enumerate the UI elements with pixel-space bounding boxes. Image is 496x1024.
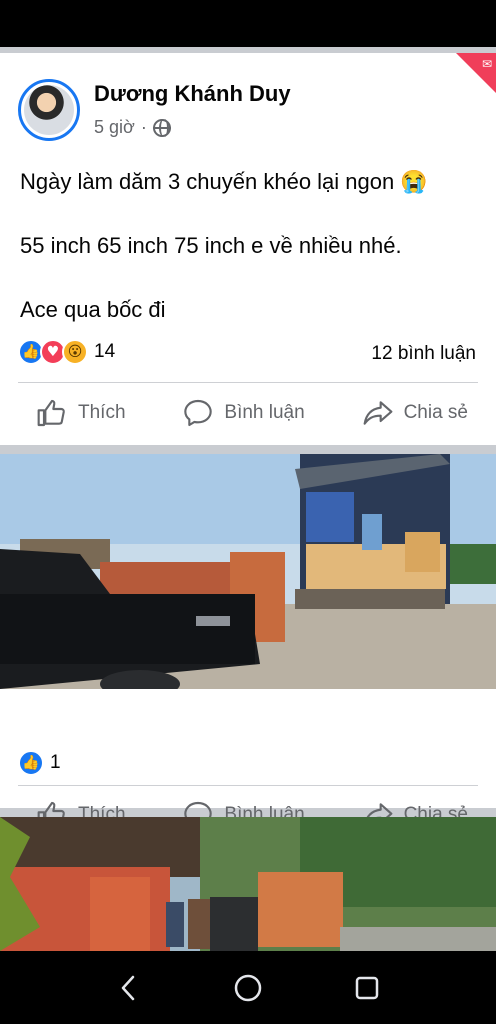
like-label: Thích	[78, 402, 126, 423]
back-button[interactable]	[109, 968, 149, 1008]
divider	[18, 785, 478, 786]
like-icon: 👍	[18, 750, 44, 776]
recents-button[interactable]	[347, 968, 387, 1008]
share-label: Chia sẻ	[403, 402, 468, 423]
post-actions: Thích Bình luận Chia sẻ	[0, 393, 496, 433]
reaction-summary[interactable]: 👍 ♥ 😮 14	[18, 339, 115, 365]
feed[interactable]: ✉ Dương Khánh Duy 5 giờ · Ngày làm dăm 3…	[0, 47, 496, 951]
status-bar	[0, 0, 496, 47]
divider	[18, 382, 478, 383]
comment-button[interactable]: Bình luận	[182, 393, 305, 433]
post-photo[interactable]	[0, 817, 496, 951]
share-button[interactable]: Chia sẻ	[362, 393, 468, 433]
post-meta: 5 giờ ·	[94, 117, 171, 138]
post-card: ✉ Dương Khánh Duy 5 giờ · Ngày làm dăm 3…	[0, 53, 496, 445]
truck-photo	[0, 454, 496, 689]
home-icon	[234, 974, 262, 1001]
warehouse-photo	[0, 817, 496, 951]
recents-icon	[355, 976, 378, 999]
home-button[interactable]	[228, 968, 268, 1008]
reaction-summary[interactable]: 👍 1	[18, 750, 61, 776]
back-icon	[122, 975, 135, 1000]
post-time[interactable]: 5 giờ	[94, 117, 135, 138]
meta-separator: ·	[140, 117, 147, 137]
avatar[interactable]	[18, 79, 80, 141]
share-icon	[363, 401, 392, 425]
author-name[interactable]: Dương Khánh Duy	[94, 81, 291, 107]
thumbs-up-icon	[37, 399, 65, 427]
post-text-line-2: 55 inch 65 inch 75 inch e về nhiều nhé.	[20, 233, 402, 258]
post-photo[interactable]	[0, 454, 496, 689]
reaction-count: 14	[94, 341, 116, 362]
post-text-line-3: Ace qua bốc đi	[20, 297, 166, 322]
like-button[interactable]: Thích	[36, 393, 126, 433]
notification-badge-icon: ✉	[481, 57, 492, 71]
reaction-count: 1	[50, 752, 61, 773]
wow-icon: 😮	[62, 339, 88, 365]
globe-icon	[152, 118, 171, 137]
comment-label: Bình luận	[224, 402, 305, 423]
photo-card: 👍 1	[0, 454, 496, 808]
android-nav-bar	[0, 951, 496, 1024]
comment-count[interactable]: 12 bình luận	[371, 343, 476, 365]
post-text-line-1: Ngày làm dăm 3 chuyến khéo lại ngon 😭	[20, 169, 428, 194]
comment-icon	[184, 399, 213, 427]
